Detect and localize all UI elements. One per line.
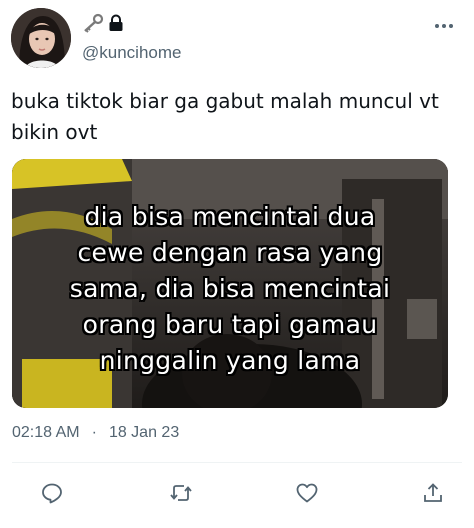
meta-separator: · bbox=[91, 424, 97, 441]
user-handle[interactable]: @kuncihome bbox=[82, 43, 181, 63]
like-button[interactable] bbox=[292, 478, 322, 508]
share-icon bbox=[424, 483, 442, 502]
tweet: @kuncihome buka tiktok biar ga gabut mal… bbox=[0, 0, 474, 528]
caption-line: orang baru tapi gamau bbox=[82, 310, 378, 339]
tweet-text-line: bikin ovt bbox=[11, 120, 98, 144]
action-bar bbox=[0, 478, 474, 508]
tweet-time[interactable]: 02:18 AM bbox=[12, 424, 80, 442]
key-icon bbox=[82, 13, 104, 33]
share-button[interactable] bbox=[418, 478, 448, 508]
tweet-media[interactable]: dia bisa mencintai dua cewe dengan rasa … bbox=[12, 159, 448, 408]
media-caption: dia bisa mencintai dua cewe dengan rasa … bbox=[12, 199, 448, 379]
tweet-date[interactable]: 18 Jan 23 bbox=[109, 424, 179, 442]
reply-icon bbox=[42, 483, 62, 504]
tweet-meta: 02:18 AM · 18 Jan 23 bbox=[12, 424, 179, 442]
tweet-text-line: buka tiktok biar ga gabut malah muncul v… bbox=[11, 89, 439, 113]
caption-line: cewe dengan rasa yang bbox=[77, 238, 383, 267]
retweet-button[interactable] bbox=[166, 478, 196, 508]
lock-icon bbox=[108, 14, 124, 32]
account-badges bbox=[82, 13, 124, 33]
tweet-text: buka tiktok biar ga gabut malah muncul v… bbox=[11, 86, 463, 148]
avatar[interactable] bbox=[11, 8, 71, 68]
caption-line: ninggalin yang lama bbox=[99, 346, 361, 375]
profile-photo-icon bbox=[11, 8, 71, 68]
caption-line: sama, dia bisa mencintai bbox=[69, 274, 391, 303]
like-icon bbox=[296, 483, 318, 503]
divider bbox=[12, 462, 462, 463]
more-icon bbox=[435, 24, 453, 28]
caption-line: dia bisa mencintai dua bbox=[84, 202, 376, 231]
more-options-button[interactable] bbox=[430, 12, 458, 40]
retweet-icon bbox=[170, 485, 192, 501]
reply-button[interactable] bbox=[37, 478, 67, 508]
